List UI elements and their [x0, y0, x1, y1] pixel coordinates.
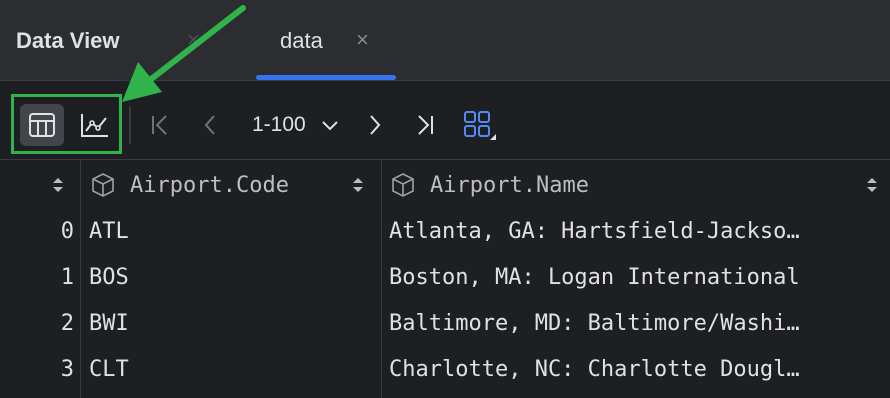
sort-index-icon[interactable] — [52, 175, 64, 195]
row-index: 1 — [60, 265, 74, 290]
cell-airport-code[interactable]: BOS — [89, 265, 129, 290]
tab-data-view[interactable]: Data View — [16, 28, 120, 54]
cube-icon — [92, 173, 114, 197]
next-page-icon — [370, 115, 381, 135]
cell-airport-name[interactable]: Atlanta, GA: Hartsfield-Jackso… — [389, 219, 885, 244]
tab-data-close-icon[interactable]: × — [356, 29, 369, 51]
previous-page-button[interactable] — [197, 110, 225, 140]
cell-airport-name[interactable]: Charlotte, NC: Charlotte Dougl… — [389, 357, 885, 382]
cell-airport-code[interactable]: BWI — [89, 311, 129, 336]
layout-button[interactable] — [462, 110, 498, 140]
toolbar — [0, 81, 890, 159]
next-page-button[interactable] — [360, 110, 388, 140]
cell-airport-code[interactable]: CLT — [89, 357, 129, 382]
column-header-name[interactable]: Airport.Name — [390, 170, 589, 200]
page-range-select[interactable]: 1-100 — [252, 113, 306, 137]
chevron-down-icon[interactable] — [320, 116, 340, 136]
previous-page-icon — [204, 115, 215, 135]
tab-data[interactable]: data × — [256, 0, 396, 80]
tab-data-label: data — [280, 28, 323, 53]
column-divider — [381, 160, 382, 398]
cell-airport-name[interactable]: Boston, MA: Logan International — [389, 265, 885, 290]
column-header-code[interactable]: Airport.Code — [90, 170, 289, 200]
last-page-icon — [418, 115, 433, 135]
layout-grid-icon — [464, 111, 496, 140]
toolbar-separator — [129, 106, 131, 144]
last-page-button[interactable] — [411, 110, 439, 140]
tab-bar: Data View × data × — [0, 0, 890, 80]
column-divider — [80, 160, 81, 398]
column-header-name-label: Airport.Name — [430, 172, 589, 198]
first-page-icon — [152, 115, 167, 135]
first-page-button[interactable] — [146, 110, 174, 140]
cell-airport-name[interactable]: Baltimore, MD: Baltimore/Washi… — [389, 311, 885, 336]
sort-name-icon[interactable] — [866, 175, 878, 195]
cell-airport-code[interactable]: ATL — [89, 219, 129, 244]
highlight-box — [11, 94, 122, 154]
cube-icon — [392, 173, 414, 197]
row-index: 3 — [60, 357, 74, 382]
column-header-code-label: Airport.Code — [130, 172, 289, 198]
sort-code-icon[interactable] — [352, 175, 364, 195]
tab-data-view-close-icon[interactable]: × — [187, 29, 200, 51]
row-index: 0 — [60, 219, 74, 244]
row-index: 2 — [60, 311, 74, 336]
